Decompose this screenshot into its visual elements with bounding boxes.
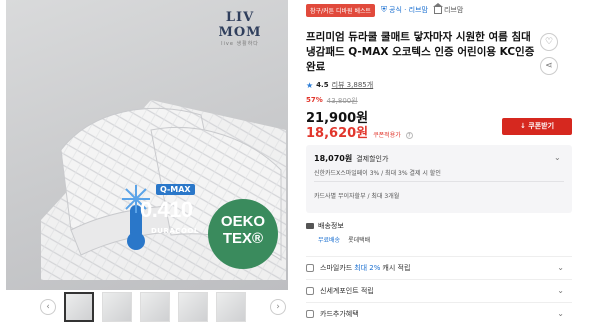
prev-arrow-icon[interactable]: ‹ — [40, 299, 56, 315]
star-icon: ★ — [306, 80, 314, 90]
truck-icon — [306, 223, 314, 229]
original-price-row: 57% 43,800원 — [306, 96, 358, 106]
top-badges: 참구/커튼 디바원 베스트 ⛨ 공식 · 리브맘 리브맘 — [306, 2, 463, 17]
original-price: 43,800원 — [326, 97, 358, 105]
card-icon — [306, 263, 314, 272]
coupon-price: 18,620원 — [306, 126, 369, 141]
free-shipping: 무료배송 — [318, 237, 341, 244]
thumbnail-4[interactable] — [178, 292, 208, 322]
card-extra-benefit-row[interactable]: 카드추가혜택 ⌄ — [306, 302, 572, 324]
chevron-down-icon: ⌄ — [557, 263, 564, 272]
thumbnail-2[interactable] — [102, 292, 132, 322]
chevron-down-icon: ⌄ — [557, 309, 564, 318]
thumbnail-5[interactable] — [216, 292, 246, 322]
heart-icon[interactable]: ♡ — [540, 33, 558, 51]
qmax-sub: DURACOOL — [151, 227, 199, 235]
payment-benefit-box: 18,070원 결제할인가 ⌄ 신한카드X스마일페이 3% / 최대 3% 결제… — [306, 145, 572, 213]
coupon-price-row: 18,620원 쿠폰적용가 ? — [306, 122, 413, 141]
installment-info: 카드사별 무이자할부 / 최대 3개월 — [314, 193, 400, 200]
payment-discount-row[interactable]: 18,070원 결제할인가 — [314, 153, 388, 164]
chevron-down-icon: ⌄ — [557, 286, 564, 295]
official-store-badge[interactable]: ⛨ 공식 · 리브맘 — [381, 5, 428, 15]
shield-icon: ⛨ — [381, 5, 388, 14]
card-icon — [306, 309, 314, 318]
category-best-badge[interactable]: 참구/커튼 디바원 베스트 — [306, 3, 376, 17]
chevron-down-icon[interactable]: ⌄ — [554, 153, 561, 162]
shipping-info: 배송정보 무료배송 롯데택배 — [306, 221, 572, 244]
coupon-price-label: 쿠폰적용가 — [373, 132, 401, 139]
download-coupon-button[interactable]: ↓ 쿠폰받기 — [502, 118, 572, 135]
product-main-image[interactable]: LIV MOM live 생활하다 Q-MAX 0.410 DURACOOL O… — [6, 0, 288, 290]
qmax-label: Q-MAX — [156, 184, 195, 195]
help-icon[interactable]: ? — [405, 132, 413, 139]
brand-logo: LIV MOM live 생활하다 — [218, 10, 262, 47]
divider — [314, 181, 564, 182]
card-discount-info: 신한카드X스마일페이 3% / 최대 3% 결제 시 할인 — [314, 170, 441, 177]
rating: ★ 4.5 리뷰 3,885개 — [306, 80, 374, 90]
thumbnail-1[interactable] — [64, 292, 94, 322]
product-title: 프리미엄 듀라쿨 쿨매트 닿자마자 시원한 여름 침대 냉감패드 Q-MAX 오… — [306, 31, 535, 73]
shipping-title: 배송정보 — [318, 222, 344, 230]
oeko-tex-badge: OEKO TEX® — [208, 199, 278, 269]
thumbnail-3[interactable] — [140, 292, 170, 322]
carrier: 롯데택배 — [348, 237, 371, 244]
qmax-value: 0.410 — [140, 197, 193, 222]
review-count-link[interactable]: 리뷰 3,885개 — [332, 80, 374, 90]
point-icon — [306, 286, 314, 295]
thumbnail-strip: ‹ › — [6, 292, 288, 324]
next-arrow-icon[interactable]: › — [270, 299, 286, 315]
shinsegae-point-row[interactable]: 신세계포인트 적립 ⌄ — [306, 279, 572, 301]
home-icon — [432, 2, 443, 14]
discount-percent: 57% — [306, 96, 323, 104]
smile-card-row[interactable]: 스마일카드 최대 2% 캐시 적립 ⌄ — [306, 256, 572, 278]
store-link[interactable]: 리브맘 — [432, 2, 463, 15]
product-info-panel: 참구/커튼 디바원 베스트 ⛨ 공식 · 리브맘 리브맘 프리미엄 듀라쿨 쿨매… — [300, 0, 600, 327]
share-icon[interactable]: ⋖ — [540, 57, 558, 75]
